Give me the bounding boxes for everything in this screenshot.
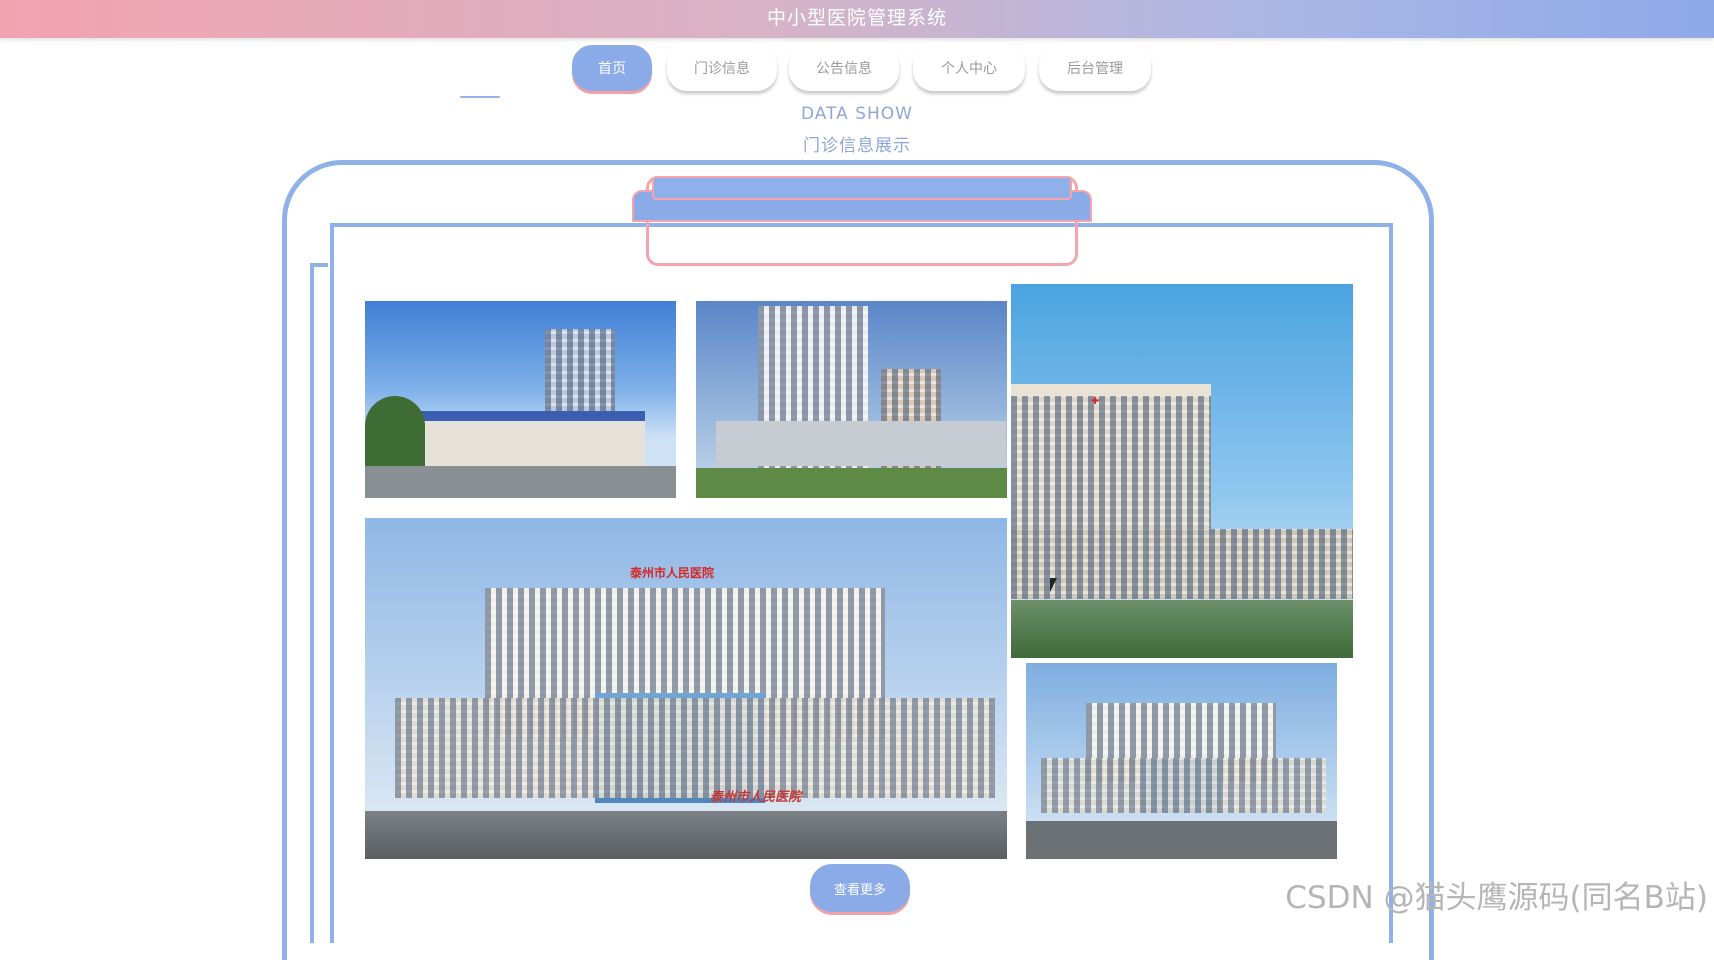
section-title-zh: 门诊信息展示: [803, 136, 911, 156]
wing-building: [1041, 758, 1326, 813]
greenery: [696, 468, 1007, 498]
decorative-line: [460, 96, 500, 98]
nav-personal-center[interactable]: 个人中心: [913, 45, 1025, 91]
top-bar: 中小型医院管理系统: [0, 0, 1714, 38]
wing-building: [395, 698, 995, 798]
clinic-photo-1[interactable]: [365, 301, 676, 498]
view-more-button[interactable]: 查看更多: [810, 864, 910, 912]
system-title: 中小型医院管理系统: [766, 7, 947, 29]
mouse-cursor: [1050, 578, 1057, 592]
street: [365, 811, 1007, 859]
csdn-watermark: CSDN @猫头鹰源码(同名B站): [1285, 880, 1708, 916]
low-building: [716, 421, 1006, 466]
nav-clinic-info[interactable]: 门诊信息: [667, 45, 777, 91]
clinic-photo-2[interactable]: [696, 301, 1007, 498]
nav-home[interactable]: 首页: [572, 45, 652, 91]
tree: [365, 396, 425, 466]
nav-notice-info[interactable]: 公告信息: [789, 45, 899, 91]
low-building: [405, 411, 645, 471]
lawn: [1011, 600, 1353, 658]
podium-building: [1011, 529, 1353, 599]
street: [365, 466, 676, 498]
street: [1026, 821, 1337, 859]
frame-tab-top: [652, 176, 1072, 200]
frame-left-accent: [310, 263, 328, 943]
hospital-sign-top: 泰州市人民医院: [630, 566, 715, 580]
nav-admin[interactable]: 后台管理: [1039, 45, 1151, 91]
clinic-photo-5[interactable]: [1026, 663, 1337, 859]
clinic-photo-4[interactable]: 泰州市人民医院 泰州市人民医院: [365, 518, 1007, 859]
hospital-sign: ✚: [1091, 396, 1100, 407]
hospital-sign-bottom: 泰州市人民医院: [710, 790, 802, 805]
main-building: [1011, 384, 1211, 546]
section-title-en: DATA SHOW: [801, 104, 913, 124]
main-nav: 首页 门诊信息 公告信息 个人中心 后台管理: [0, 45, 1714, 95]
clinic-photo-3[interactable]: ✚: [1011, 284, 1353, 658]
